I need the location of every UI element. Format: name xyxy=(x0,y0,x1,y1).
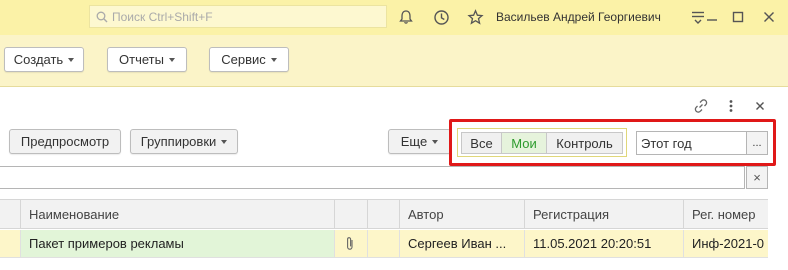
table-header: Наименование Автор Регистрация Рег. номе… xyxy=(0,199,768,229)
table-row[interactable]: Пакет примеров рекламы Сергеев Иван ... … xyxy=(0,230,768,258)
row-marker xyxy=(0,230,20,257)
column-header-author[interactable]: Автор xyxy=(399,200,524,229)
reports-button[interactable]: Отчеты xyxy=(107,47,187,72)
command-bar: Создать Отчеты Сервис xyxy=(0,35,788,87)
more-button-label: Еще xyxy=(400,134,428,149)
maximize-icon[interactable] xyxy=(729,8,747,26)
column-header-marker[interactable] xyxy=(0,200,20,229)
column-header-registration-label: Регистрация xyxy=(533,207,609,222)
groupings-button[interactable]: Группировки xyxy=(130,129,238,154)
column-header-name[interactable]: Наименование xyxy=(20,200,334,229)
chevron-down-icon xyxy=(432,139,439,144)
cell-name[interactable]: Пакет примеров рекламы xyxy=(20,230,334,257)
cell-author-text: Сергеев Иван ... xyxy=(408,236,507,251)
column-header-reg-number-label: Рег. номер xyxy=(692,207,756,222)
cell-name-text: Пакет примеров рекламы xyxy=(29,236,184,251)
service-button[interactable]: Сервис xyxy=(209,47,289,72)
create-button[interactable]: Создать xyxy=(4,47,84,72)
highlight-frame xyxy=(449,119,776,166)
bell-icon[interactable] xyxy=(397,8,415,26)
paperclip-icon xyxy=(347,237,353,250)
user-name[interactable]: Васильев Андрей Георгиевич xyxy=(496,10,661,24)
search-icon xyxy=(96,11,108,22)
global-search-input[interactable]: Поиск Ctrl+Shift+F xyxy=(89,5,387,28)
create-button-label: Создать xyxy=(13,52,64,67)
more-button[interactable]: Еще xyxy=(388,129,451,154)
cell-registration-text: 11.05.2021 20:20:51 xyxy=(533,236,652,251)
column-header-extra[interactable] xyxy=(367,200,399,229)
cell-registration[interactable]: 11.05.2021 20:20:51 xyxy=(524,230,683,257)
link-icon[interactable] xyxy=(692,97,710,115)
preview-button[interactable]: Предпросмотр xyxy=(9,129,121,154)
chevron-down-icon xyxy=(68,57,75,62)
title-bar: Поиск Ctrl+Shift+F Васильев Андрей Георг… xyxy=(0,0,788,35)
close-window-icon[interactable] xyxy=(760,8,778,26)
more-vertical-icon[interactable] xyxy=(722,97,740,115)
column-header-name-label: Наименование xyxy=(29,207,120,222)
clear-icon: × xyxy=(753,170,761,185)
close-form-icon[interactable] xyxy=(751,97,769,115)
column-header-reg-number[interactable]: Рег. номер xyxy=(683,200,768,229)
column-header-attachment[interactable] xyxy=(334,200,367,229)
table-empty-area xyxy=(0,258,768,270)
minimize-icon[interactable] xyxy=(703,8,721,26)
column-header-author-label: Автор xyxy=(408,207,444,222)
chevron-down-icon xyxy=(168,57,175,62)
history-icon[interactable] xyxy=(432,8,450,26)
cell-reg-number-text: Инф-2021-0 xyxy=(692,236,765,251)
preview-button-label: Предпросмотр xyxy=(20,134,110,149)
groupings-button-label: Группировки xyxy=(140,134,217,149)
filter-clear-button[interactable]: × xyxy=(746,166,768,189)
column-header-registration[interactable]: Регистрация xyxy=(524,200,683,229)
chevron-down-icon xyxy=(270,57,277,62)
search-placeholder: Поиск Ctrl+Shift+F xyxy=(112,9,213,24)
cell-author[interactable]: Сергеев Иван ... xyxy=(399,230,524,257)
filter-input[interactable] xyxy=(0,166,745,189)
reports-button-label: Отчеты xyxy=(119,52,164,67)
cell-reg-number[interactable]: Инф-2021-0 xyxy=(683,230,768,257)
chevron-down-icon xyxy=(221,139,228,144)
service-button-label: Сервис xyxy=(221,52,266,67)
favorites-star-icon[interactable] xyxy=(466,8,484,26)
cell-extra xyxy=(367,230,399,257)
cell-attachment[interactable] xyxy=(334,230,367,257)
